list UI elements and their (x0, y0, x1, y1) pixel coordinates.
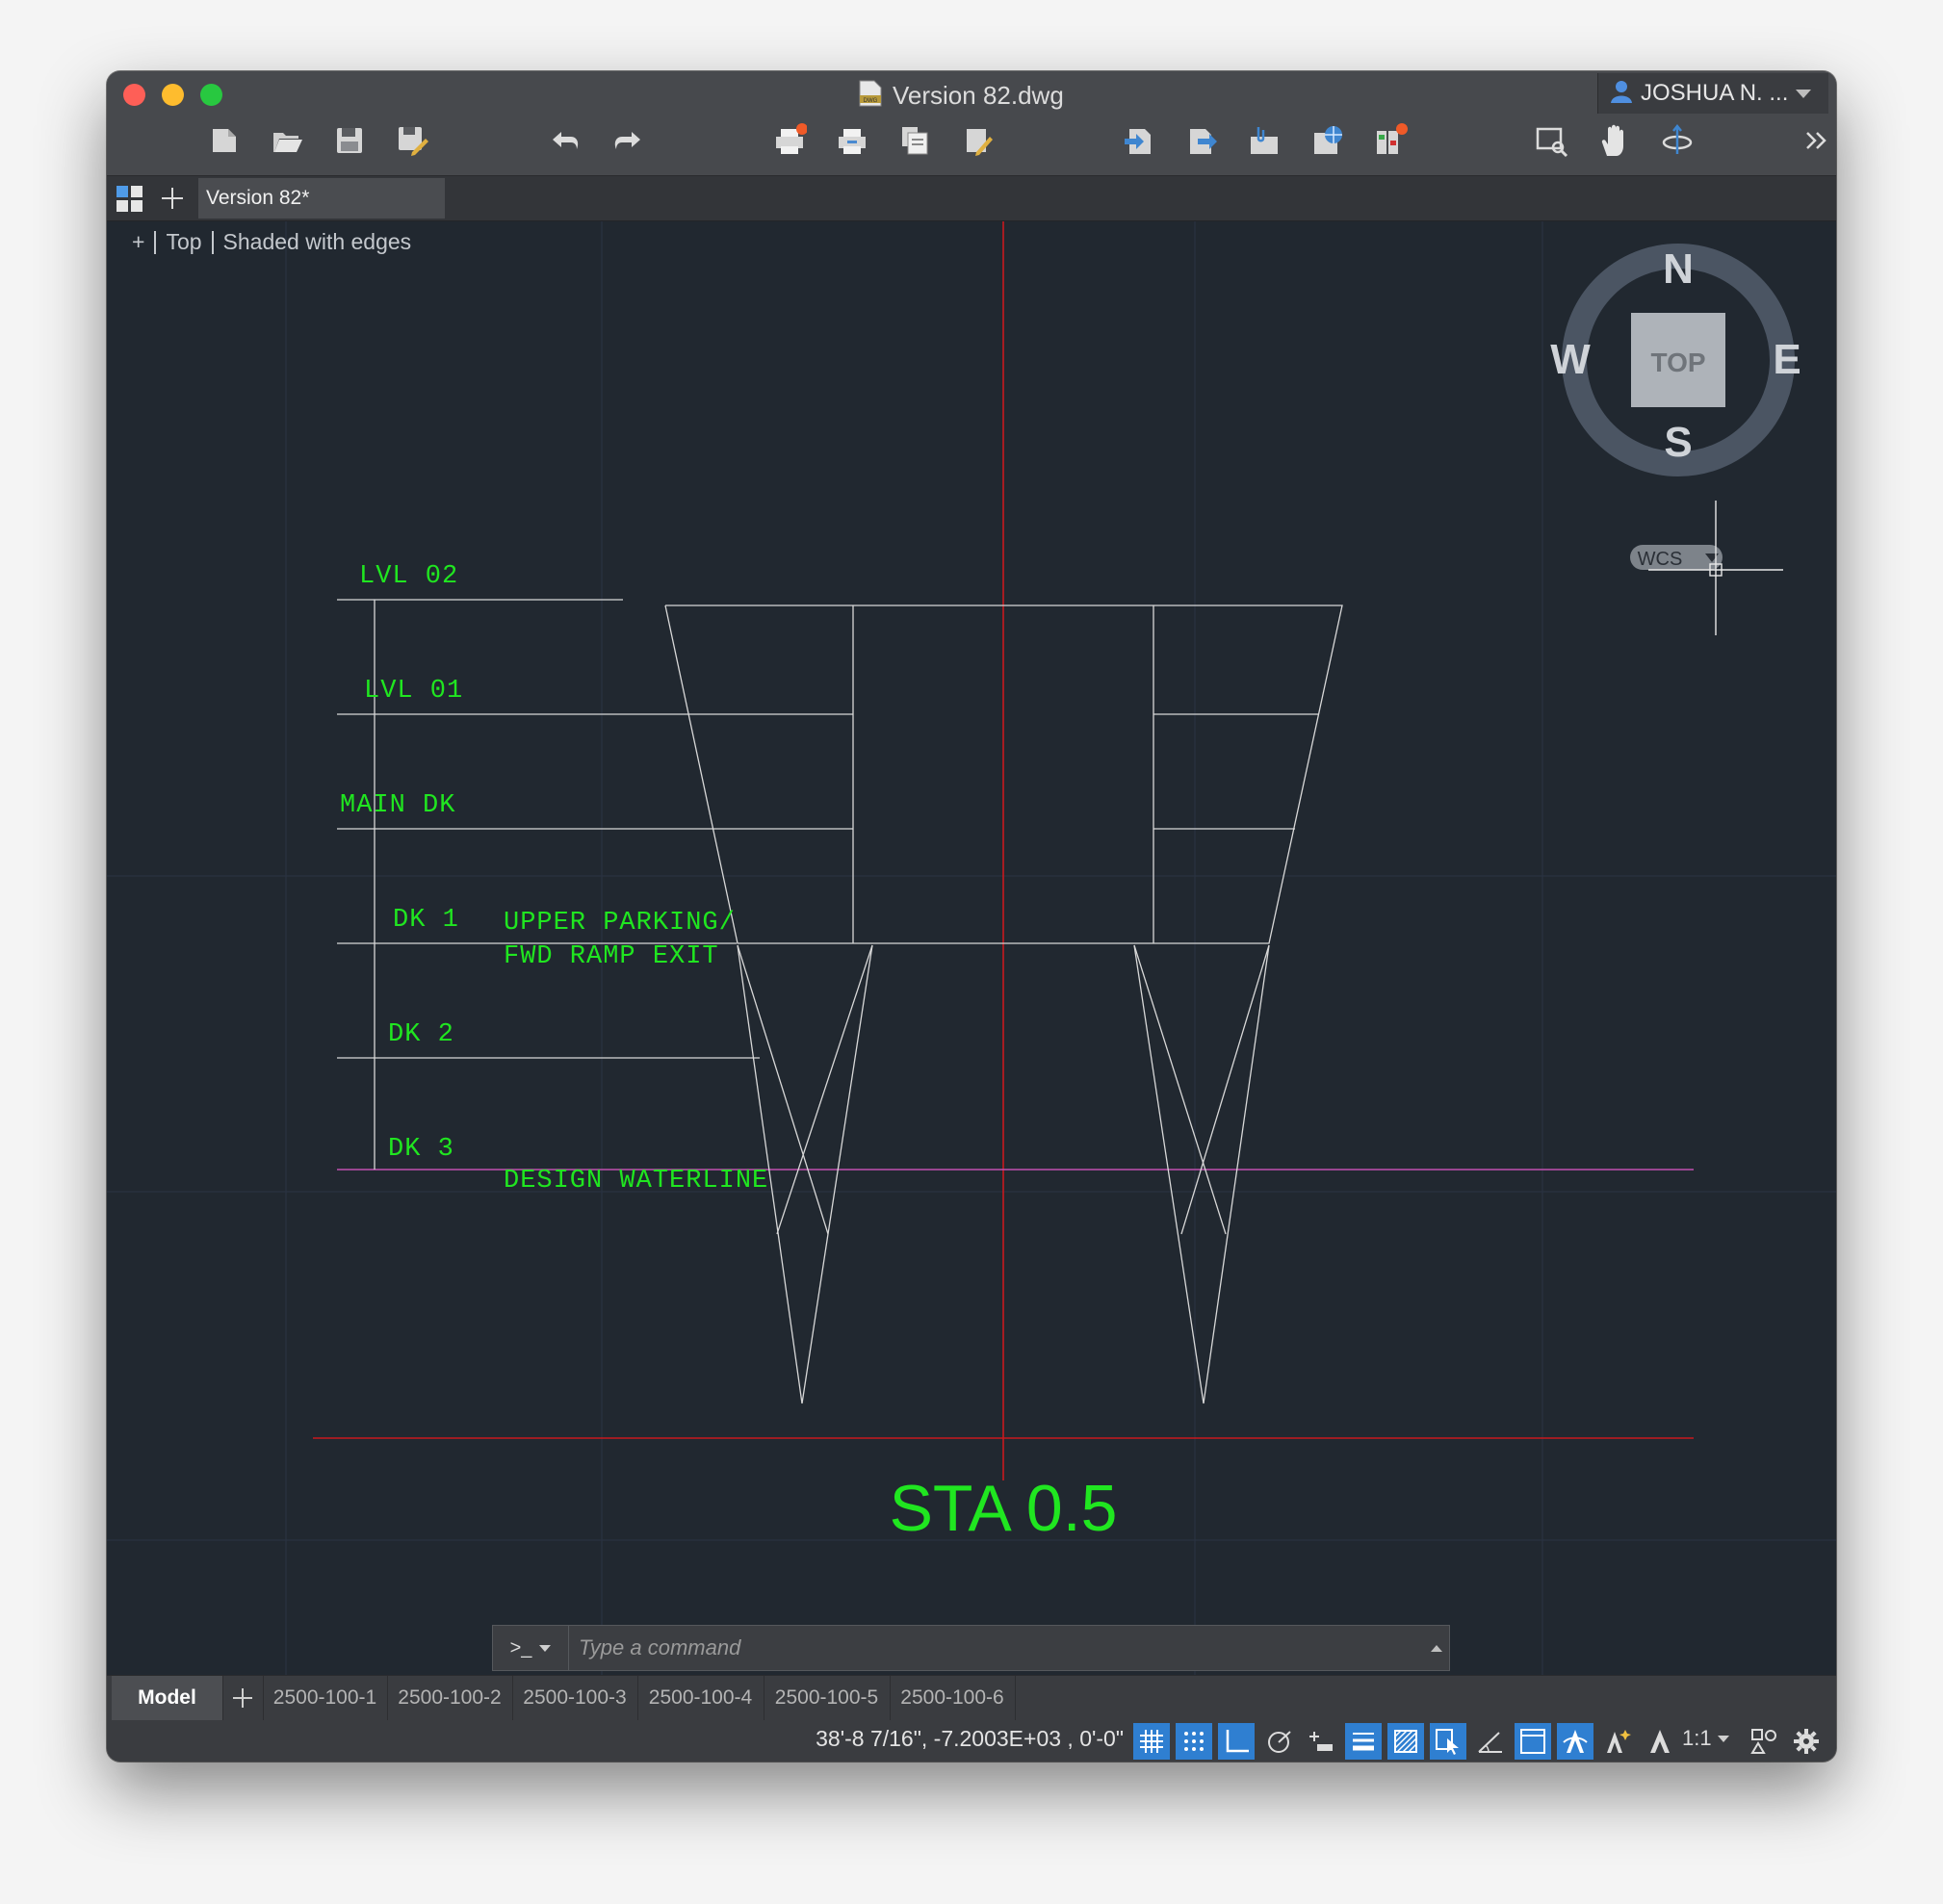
compass-south[interactable]: S (1664, 419, 1692, 466)
compass-north[interactable]: N (1663, 245, 1694, 293)
minimize-window-button[interactable] (162, 84, 184, 106)
divider (154, 230, 157, 254)
window-title: DWG Version 82.dwg (858, 79, 1064, 112)
new-tab-plus-icon[interactable] (160, 186, 185, 211)
workspace-switch-icon[interactable] (1746, 1723, 1782, 1760)
tab-model[interactable]: Model (112, 1676, 223, 1720)
transparency-toggle-icon[interactable] (1387, 1723, 1424, 1760)
close-window-button[interactable] (123, 84, 145, 106)
wcs-menu[interactable]: WCS (1638, 549, 1683, 570)
drawing-canvas: LVL 02 LVL 01 MAIN DK DK 1 DK 2 DK 3 UPP… (107, 221, 1836, 1675)
chevron-down-icon (539, 1644, 552, 1652)
angle-icon[interactable] (1472, 1723, 1509, 1760)
window-title-text: Version 82.dwg (893, 80, 1064, 110)
level-label-lvl-01: LVL 01 (364, 677, 463, 706)
zoom-window-icon[interactable] (1534, 123, 1568, 158)
user-icon (1610, 79, 1633, 109)
tab-layout-2500-100-4[interactable]: 2500-100-4 (637, 1676, 764, 1720)
coordinate-readout[interactable]: 38'-8 7/16", -7.2003E+03 , 0'-0" (816, 1726, 1124, 1752)
pan-icon[interactable] (1597, 123, 1632, 158)
undo-icon[interactable] (548, 123, 583, 158)
print-icon[interactable] (835, 123, 869, 158)
ortho-toggle-icon[interactable] (1218, 1723, 1255, 1760)
user-menu[interactable]: JOSHUA N. ... (1597, 73, 1828, 114)
visual-style-menu[interactable]: Shaded with edges (223, 229, 412, 255)
divider (211, 230, 214, 254)
redo-icon[interactable] (610, 123, 645, 158)
viewport-controls: + Top Shaded with edges (132, 229, 411, 255)
save-icon[interactable] (332, 123, 367, 158)
hull-section (337, 599, 1343, 1404)
level-label-main-dk: MAIN DK (340, 791, 455, 820)
new-layout-plus-icon[interactable] (222, 1676, 264, 1720)
title-bar: DWG Version 82.dwg JOSHUA N. ... (107, 71, 1836, 176)
viewport-menu-plus[interactable]: + (132, 229, 144, 255)
publish-icon[interactable] (898, 123, 933, 158)
compass-east[interactable]: E (1773, 336, 1801, 383)
start-tab-grid-icon[interactable] (117, 186, 143, 213)
station-label: STA 0.5 (890, 1472, 1118, 1545)
orbit-icon[interactable] (1660, 123, 1695, 158)
grid (107, 221, 1836, 1675)
edit-publish-icon[interactable] (961, 123, 996, 158)
status-bar: 38'-8 7/16", -7.2003E+03 , 0'-0" 1:1 (107, 1720, 1836, 1762)
command-input[interactable] (569, 1626, 1424, 1670)
save-as-icon[interactable] (395, 123, 429, 158)
command-expand-button[interactable] (1424, 1626, 1449, 1670)
annotation-scale-value: 1:1 (1682, 1726, 1712, 1750)
snap-toggle-icon[interactable] (1176, 1723, 1212, 1760)
document-tab-bar: Version 82* (107, 176, 1836, 221)
tab-layout-2500-100-5[interactable]: 2500-100-5 (764, 1676, 891, 1720)
viewcube-face-top[interactable]: TOP (1650, 347, 1705, 377)
note-design-waterline: DESIGN WATERLINE (504, 1167, 768, 1196)
selection-cycling-icon[interactable] (1430, 1723, 1466, 1760)
export-icon[interactable] (1184, 123, 1219, 158)
note-upper-parking: UPPER PARKING/ (504, 909, 736, 938)
level-label-dk-3: DK 3 (388, 1135, 454, 1164)
compass-west[interactable]: W (1550, 336, 1591, 383)
app-window: DWG Version 82.dwg JOSHUA N. ... Version… (107, 71, 1836, 1762)
gear-icon[interactable] (1788, 1723, 1825, 1760)
open-icon[interactable] (270, 123, 304, 158)
isodraft-icon[interactable] (1303, 1723, 1339, 1760)
etransmit-icon[interactable] (1310, 123, 1345, 158)
level-label-dk-2: DK 2 (388, 1020, 454, 1049)
grid-toggle-icon[interactable] (1133, 1723, 1170, 1760)
model-space-icon[interactable] (1515, 1723, 1551, 1760)
tab-version-82[interactable]: Version 82* (198, 178, 445, 219)
annotation-scale-icon[interactable] (1642, 1723, 1678, 1760)
annotation-visibility-icon[interactable] (1557, 1723, 1593, 1760)
user-name: JOSHUA N. ... (1641, 80, 1789, 106)
chevron-down-icon (1717, 1735, 1729, 1742)
level-label-lvl-02: LVL 02 (359, 562, 458, 591)
command-history-button[interactable]: >_ (493, 1626, 569, 1670)
drawing-set-icon[interactable] (1373, 123, 1408, 158)
polar-tracking-icon[interactable] (1260, 1723, 1297, 1760)
note-fwd-ramp-exit: FWD RAMP EXIT (504, 942, 719, 971)
tab-layout-2500-100-3[interactable]: 2500-100-3 (512, 1676, 638, 1720)
command-line: >_ (492, 1625, 1450, 1671)
drawing-viewport[interactable]: LVL 02 LVL 01 MAIN DK DK 1 DK 2 DK 3 UPP… (107, 221, 1836, 1675)
tab-layout-2500-100-2[interactable]: 2500-100-2 (387, 1676, 513, 1720)
chevron-up-icon (1431, 1644, 1442, 1652)
level-label-dk-1: DK 1 (393, 906, 459, 935)
more-icon[interactable] (1800, 123, 1834, 158)
chevron-down-icon (1796, 89, 1812, 98)
command-prompt-glyph: >_ (509, 1636, 532, 1659)
tab-layout-2500-100-6[interactable]: 2500-100-6 (890, 1676, 1016, 1720)
viewcube[interactable]: TOP N S E W WCS (1550, 244, 1801, 570)
import-icon[interactable] (1122, 123, 1156, 158)
auto-scale-icon[interactable] (1599, 1723, 1636, 1760)
tab-layout-2500-100-1[interactable]: 2500-100-1 (263, 1676, 388, 1720)
dwg-file-icon: DWG (858, 79, 883, 113)
new-icon[interactable] (207, 123, 242, 158)
plot-icon[interactable] (772, 123, 808, 158)
attach-icon[interactable] (1247, 123, 1282, 158)
annotation-scale-menu[interactable]: 1:1 (1682, 1726, 1729, 1751)
zoom-window-button[interactable] (200, 84, 222, 106)
lineweight-toggle-icon[interactable] (1345, 1723, 1382, 1760)
layout-tab-bar: Model 2500-100-1 2500-100-2 2500-100-3 2… (107, 1675, 1836, 1720)
svg-text:DWG: DWG (864, 98, 878, 104)
view-menu[interactable]: Top (166, 229, 201, 255)
